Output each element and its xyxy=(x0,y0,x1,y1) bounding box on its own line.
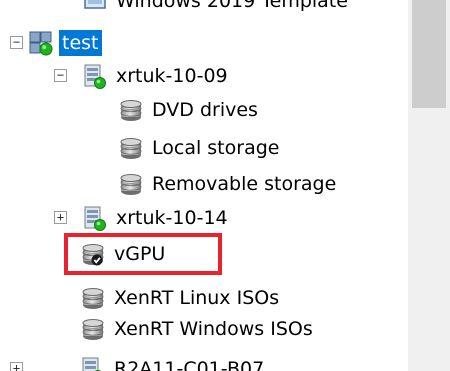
server-icon xyxy=(80,356,106,371)
tree-item-label: XenRT Linux ISOs xyxy=(114,287,280,309)
template-icon xyxy=(82,0,108,14)
server-icon xyxy=(82,63,108,89)
tree-item-label: test xyxy=(59,30,102,56)
tree-item-label: vGPU xyxy=(114,243,166,265)
tree-item-host[interactable]: R2A11-C01-B07 xyxy=(80,352,264,371)
tree-item-template[interactable]: Windows 2019 Template xyxy=(82,0,348,18)
tree-item-label: DVD drives xyxy=(152,99,258,121)
tree-item-storage[interactable]: Removable storage xyxy=(118,167,336,201)
scrollbar-thumb[interactable] xyxy=(412,0,446,108)
expand-icon[interactable]: + xyxy=(10,362,23,371)
expand-icon[interactable]: + xyxy=(54,211,67,224)
tree-item-storage[interactable]: DVD drives xyxy=(118,93,258,127)
tree-item-host[interactable]: xrtuk-10-09 xyxy=(82,59,228,93)
tree-item-storage[interactable]: XenRT Windows ISOs xyxy=(80,312,313,346)
tree-item-label: R2A11-C01-B07 xyxy=(114,358,265,371)
tree-item-storage[interactable]: XenRT Linux ISOs xyxy=(80,281,279,315)
storage-icon xyxy=(118,135,144,161)
storage-icon xyxy=(80,285,106,311)
storage-icon xyxy=(118,97,144,123)
tree-item-label: xrtuk-10-09 xyxy=(116,65,228,87)
pool-icon xyxy=(28,30,54,56)
collapse-icon[interactable]: − xyxy=(54,69,67,82)
tree-item-label: xrtuk-10-14 xyxy=(116,207,228,229)
tree-item-label: Windows 2019 Template xyxy=(116,0,348,12)
tree-item-label: Local storage xyxy=(152,137,280,159)
tree-item-label: XenRT Windows ISOs xyxy=(114,318,313,340)
storage-icon xyxy=(118,171,144,197)
default-storage-icon xyxy=(80,241,106,266)
collapse-icon[interactable]: − xyxy=(10,36,23,49)
tree-item-label: Removable storage xyxy=(152,173,337,195)
tree-item-storage-vgpu[interactable]: vGPU xyxy=(80,237,165,271)
tree-item-host[interactable]: xrtuk-10-14 xyxy=(82,201,228,235)
tree-item-storage[interactable]: Local storage xyxy=(118,131,279,165)
server-icon xyxy=(82,205,108,231)
resource-tree: Windows 2019 Template − test − xrtuk-10-… xyxy=(0,0,408,371)
vertical-scrollbar[interactable] xyxy=(408,0,450,371)
tree-item-pool-test[interactable]: test xyxy=(28,26,102,60)
storage-icon xyxy=(80,316,106,342)
